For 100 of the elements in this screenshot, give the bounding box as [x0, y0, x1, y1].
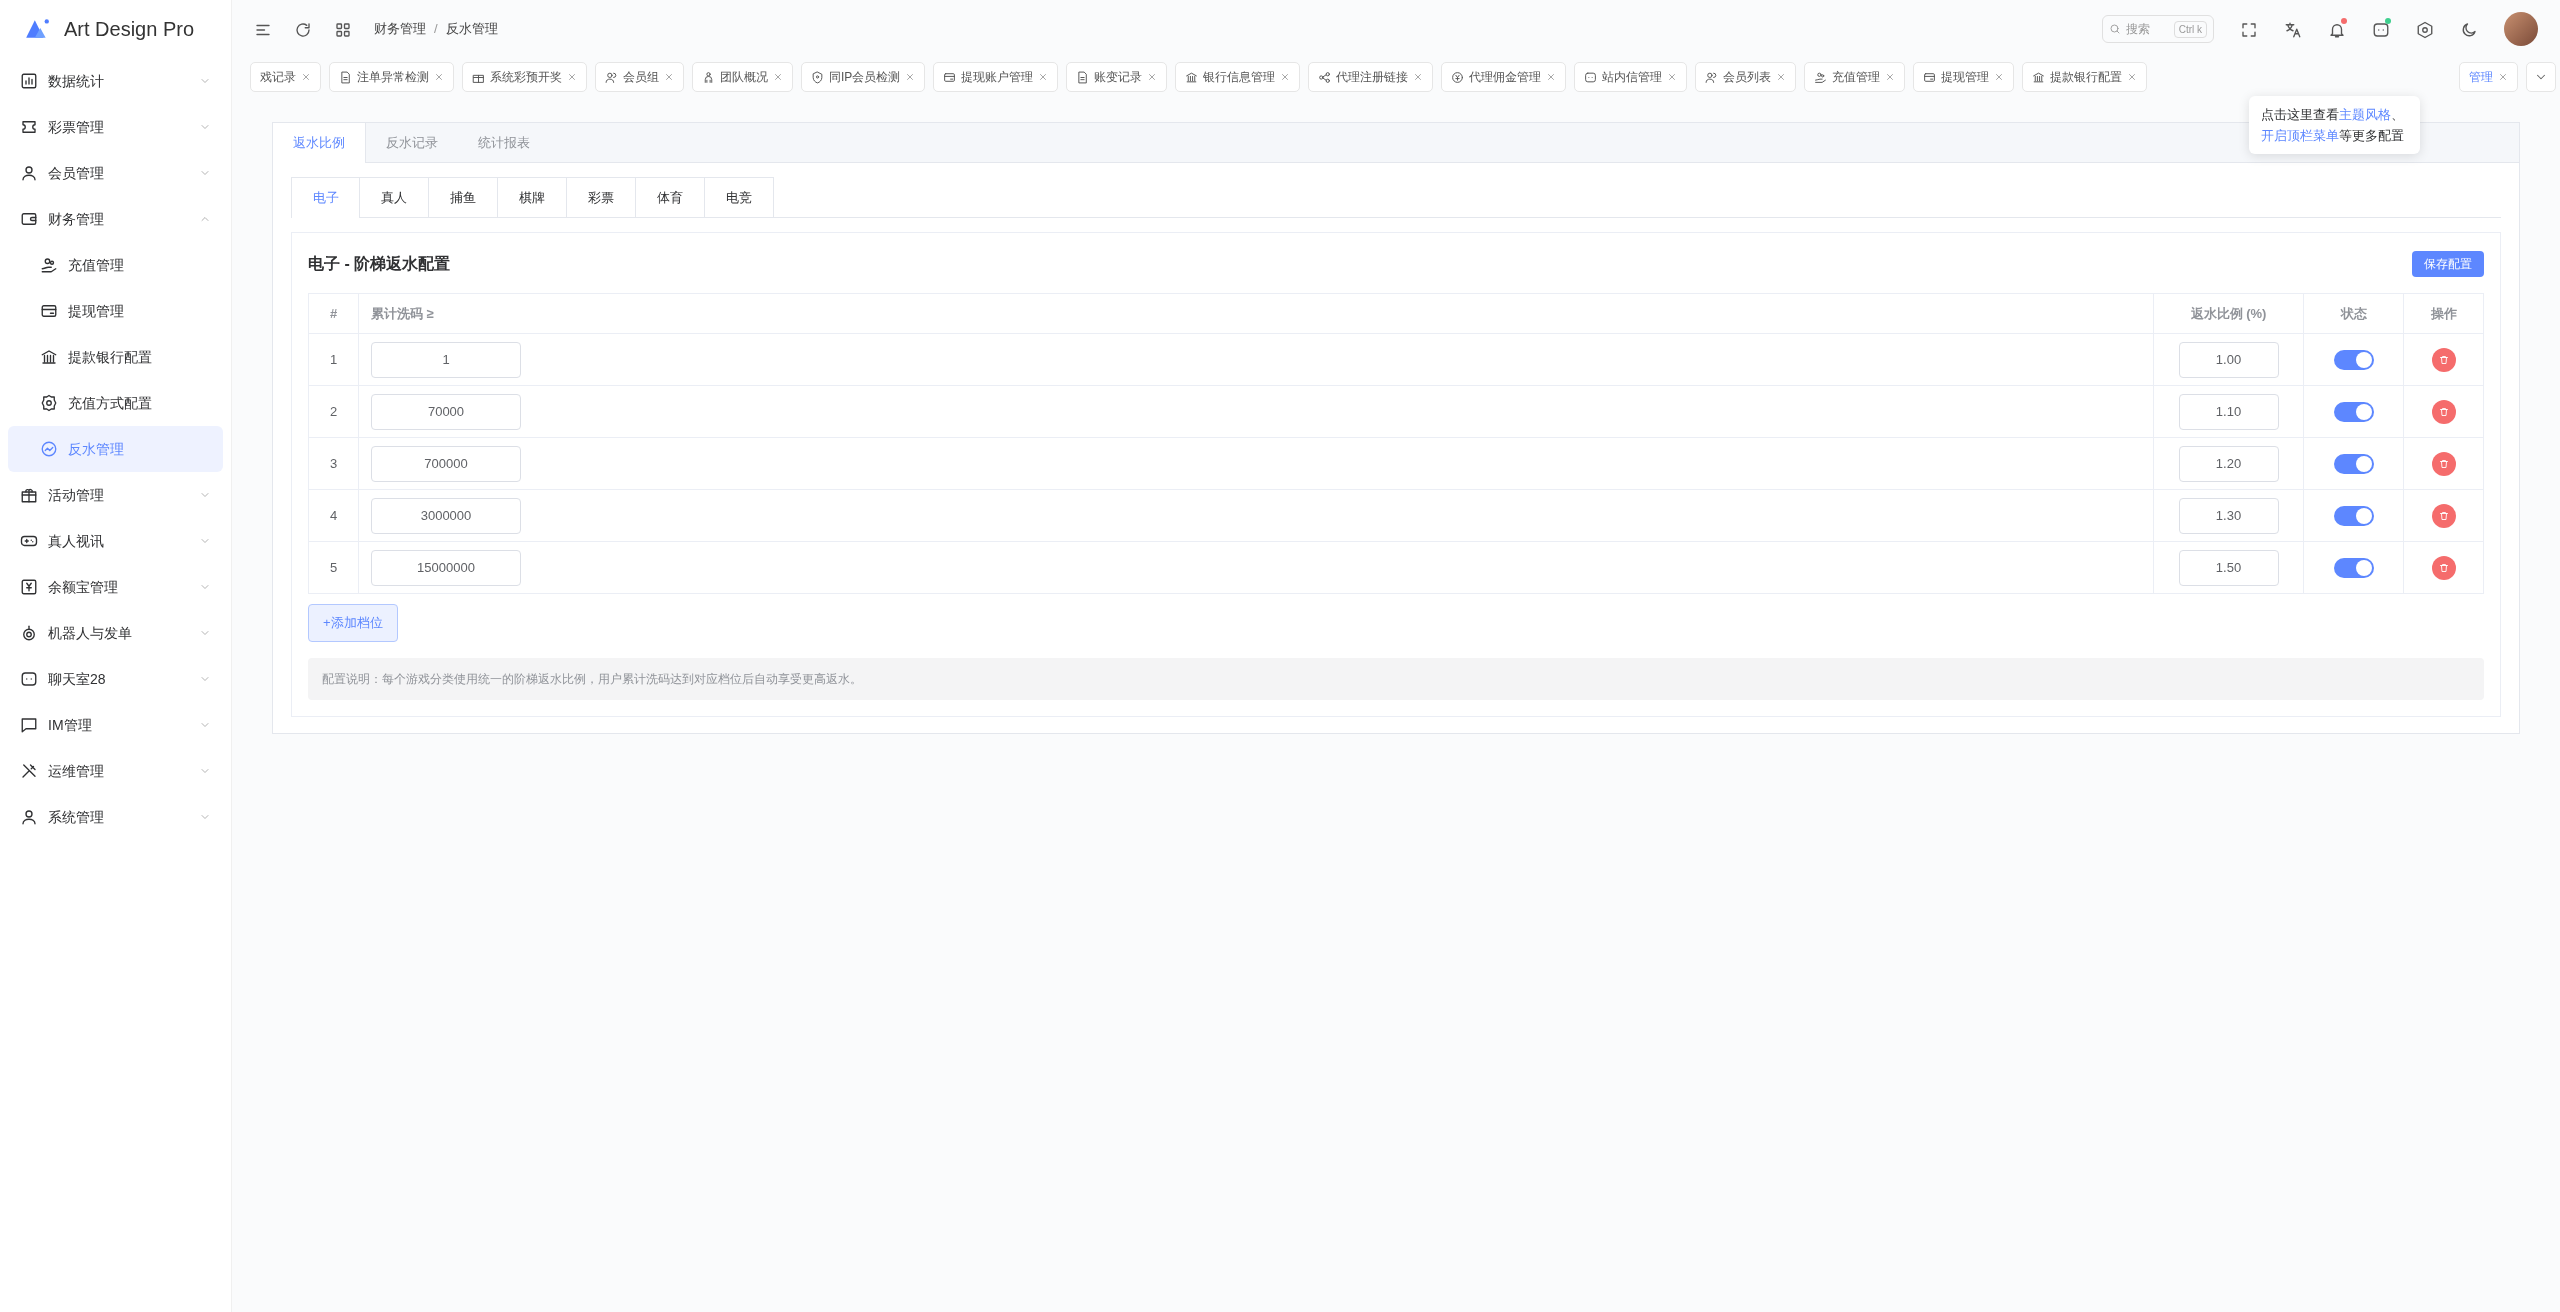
breadcrumb-item[interactable]: 财务管理: [374, 19, 426, 39]
page-tab[interactable]: 提款银行配置: [2022, 62, 2148, 92]
notification-button[interactable]: [2328, 18, 2346, 40]
sidebar-item[interactable]: 机器人与发单: [8, 610, 223, 656]
page-tab[interactable]: 充值管理: [1804, 62, 1906, 92]
page-tab[interactable]: 管理: [2459, 62, 2518, 92]
sidebar-item[interactable]: 运维管理: [8, 748, 223, 794]
close-icon[interactable]: [2498, 72, 2508, 82]
category-tab[interactable]: 真人: [360, 177, 429, 217]
close-icon[interactable]: [1280, 72, 1291, 82]
page-tab[interactable]: 提现管理: [1913, 62, 2015, 92]
message-icon: [20, 716, 38, 734]
sidebar-item[interactable]: IM管理: [8, 702, 223, 748]
close-icon[interactable]: [1413, 72, 1424, 82]
avatar[interactable]: [2504, 12, 2538, 46]
delete-button[interactable]: [2431, 555, 2456, 580]
close-icon[interactable]: [1994, 72, 2005, 82]
page-tab[interactable]: 代理佣金管理: [1441, 62, 1567, 92]
bank-icon: [40, 348, 58, 366]
close-icon[interactable]: [1776, 72, 1787, 82]
close-icon[interactable]: [1667, 72, 1678, 82]
page-tab[interactable]: 系统彩预开奖: [462, 62, 587, 92]
category-tab[interactable]: 棋牌: [498, 177, 567, 217]
delete-button[interactable]: [2431, 503, 2456, 528]
category-tab[interactable]: 彩票: [567, 177, 636, 217]
page-tab[interactable]: 注单异常检测: [329, 62, 454, 92]
page-tab[interactable]: 站内信管理: [1574, 62, 1688, 92]
shield-icon: [811, 70, 824, 84]
close-icon[interactable]: [301, 72, 311, 82]
close-icon[interactable]: [2127, 72, 2138, 82]
delete-button[interactable]: [2431, 399, 2456, 424]
page-tab[interactable]: 团队概况: [692, 62, 793, 92]
card-icon: [943, 70, 957, 84]
page-tab[interactable]: 会员列表: [1695, 62, 1797, 92]
ratio-field[interactable]: 1.30: [2178, 497, 2279, 534]
delete-button[interactable]: [2431, 347, 2456, 372]
card-icon: [1923, 70, 1937, 84]
threshold-field[interactable]: 70000: [371, 393, 521, 430]
sidebar-subitem[interactable]: 充值方式配置: [8, 380, 223, 426]
close-icon[interactable]: [1147, 72, 1158, 82]
close-icon[interactable]: [664, 72, 674, 82]
threshold-field[interactable]: 700000: [371, 445, 521, 482]
sidebar-subitem[interactable]: 充值管理: [8, 242, 223, 288]
chat-icon: [20, 670, 38, 688]
close-icon[interactable]: [1546, 72, 1557, 82]
close-icon[interactable]: [905, 72, 916, 82]
sidebar-item[interactable]: 真人视讯: [8, 518, 223, 564]
sidebar-item[interactable]: 数据统计: [8, 58, 223, 104]
status-toggle[interactable]: [2333, 453, 2374, 474]
page-tab[interactable]: 银行信息管理: [1175, 62, 1301, 92]
sidebar-item[interactable]: 余额宝管理: [8, 564, 223, 610]
page-tab[interactable]: 提现账户管理: [933, 62, 1059, 92]
sidebar-item[interactable]: 财务管理: [8, 196, 223, 242]
chart-icon: [20, 72, 38, 90]
wallet-icon: [20, 210, 38, 228]
chat-button[interactable]: [2372, 18, 2390, 40]
threshold-field[interactable]: 15000000: [371, 549, 521, 586]
ratio-field[interactable]: 1.10: [2178, 393, 2279, 430]
row-number: 5: [308, 541, 359, 594]
close-icon[interactable]: [1885, 72, 1896, 82]
category-tab[interactable]: 电竞: [705, 177, 774, 217]
sidebar-item[interactable]: 会员管理: [8, 150, 223, 196]
page-tab[interactable]: 会员组: [595, 62, 684, 92]
refresh-icon: [294, 20, 312, 39]
close-icon[interactable]: [773, 72, 783, 82]
page-tab[interactable]: 返水比例: [273, 123, 366, 163]
threshold-field[interactable]: 1: [371, 341, 521, 378]
trash-icon: [2437, 405, 2450, 418]
ratio-field[interactable]: 1.50: [2178, 549, 2279, 586]
sidebar-item[interactable]: 活动管理: [8, 472, 223, 518]
ratio-field[interactable]: 1.20: [2178, 445, 2279, 482]
page-tab[interactable]: 同IP会员检测: [801, 62, 926, 92]
close-icon[interactable]: [567, 72, 577, 82]
close-icon[interactable]: [434, 72, 444, 82]
trash-icon: [2437, 509, 2450, 522]
category-tab[interactable]: 体育: [636, 177, 705, 217]
sidebar-item[interactable]: 系统管理: [8, 794, 223, 840]
bank-icon: [1185, 70, 1199, 84]
shortcut-key: Ctrl k: [2173, 20, 2207, 38]
sidebar-item[interactable]: 彩票管理: [8, 104, 223, 150]
ratio-field[interactable]: 1.00: [2178, 341, 2279, 378]
status-toggle[interactable]: [2333, 505, 2374, 526]
breadcrumb-item: 反水管理: [445, 20, 498, 39]
status-toggle[interactable]: [2333, 349, 2374, 370]
page-tab[interactable]: 账变记录: [1066, 62, 1168, 92]
user-icon: [20, 808, 38, 826]
hand-coins-icon: [1814, 70, 1828, 84]
page-tab[interactable]: 戏记录: [250, 62, 321, 92]
sidebar-subitem[interactable]: 提款银行配置: [8, 334, 223, 380]
sidebar-subitem[interactable]: 提现管理: [8, 288, 223, 334]
close-icon[interactable]: [1038, 72, 1049, 82]
delete-button[interactable]: [2431, 451, 2456, 476]
status-toggle[interactable]: [2333, 557, 2374, 578]
sidebar-item[interactable]: 聊天室28: [8, 656, 223, 702]
hand-coins-icon: [40, 256, 58, 274]
status-toggle[interactable]: [2333, 401, 2374, 422]
translate-icon: [2284, 20, 2302, 39]
threshold-field[interactable]: 3000000: [371, 497, 521, 534]
category-tab[interactable]: 捕鱼: [429, 177, 498, 217]
page-tab[interactable]: 代理注册链接: [1308, 62, 1434, 92]
